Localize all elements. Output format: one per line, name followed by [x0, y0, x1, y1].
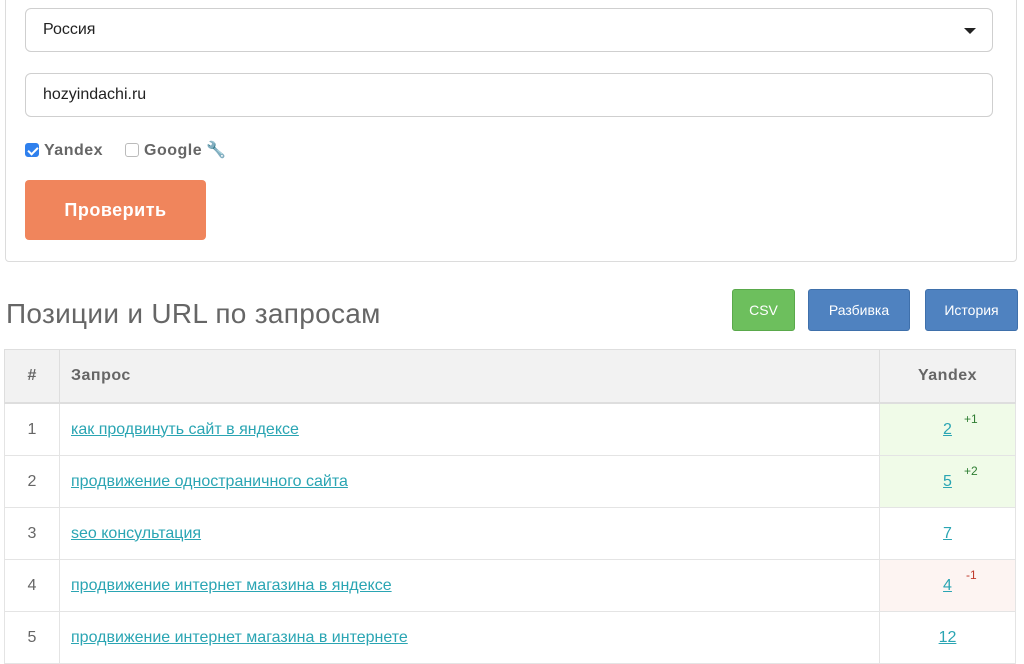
- domain-input-value: hozyindachi.ru: [43, 86, 147, 103]
- table-row: 5 продвижение интернет магазина в интерн…: [4, 611, 1016, 664]
- query-link[interactable]: как продвинуть сайт в яндексе: [71, 421, 299, 438]
- position-link[interactable]: 2: [943, 421, 952, 438]
- google-checkbox-label[interactable]: Google: [144, 142, 202, 159]
- position-cell: 5 +2: [879, 455, 1016, 508]
- table-row: 4 продвижение интернет магазина в яндекс…: [4, 559, 1016, 612]
- table-row: 2 продвижение одностраничного сайта 5 +2: [4, 455, 1016, 508]
- engine-checkboxes: Yandex Google 🔧: [25, 140, 227, 162]
- position-delta: -1: [966, 568, 977, 582]
- position-cell: 7: [879, 507, 1016, 560]
- column-header-query: Запрос: [59, 349, 880, 404]
- domain-input[interactable]: hozyindachi.ru: [25, 73, 993, 117]
- google-checkbox[interactable]: [125, 143, 140, 157]
- position-link[interactable]: 12: [939, 629, 957, 646]
- query-cell: продвижение интернет магазина в интернет…: [59, 611, 880, 664]
- yandex-checkbox[interactable]: [25, 143, 39, 157]
- caret-down-icon: [964, 28, 976, 34]
- position-link[interactable]: 4: [943, 577, 952, 594]
- query-link[interactable]: продвижение интернет магазина в яндексе: [71, 577, 392, 594]
- position-link[interactable]: 7: [943, 525, 952, 542]
- position-cell: 2 +1: [879, 402, 1016, 456]
- query-link[interactable]: продвижение интернет магазина в интернет…: [71, 629, 408, 646]
- query-cell: как продвинуть сайт в яндексе: [59, 402, 880, 456]
- table-row: 3 seo консультация 7: [4, 507, 1016, 560]
- position-cell: 12: [879, 611, 1016, 664]
- query-cell: продвижение интернет магазина в яндексе: [59, 559, 880, 612]
- row-number: 4: [4, 559, 60, 612]
- check-button[interactable]: Проверить: [25, 180, 206, 240]
- position-cell: 4 -1: [879, 559, 1016, 612]
- table-header-row: # Запрос Yandex: [4, 349, 1016, 404]
- query-cell: seo консультация: [59, 507, 880, 560]
- query-link[interactable]: seo консультация: [71, 525, 201, 542]
- row-number: 3: [4, 507, 60, 560]
- column-header-yandex: Yandex: [879, 349, 1016, 404]
- position-delta: +1: [964, 412, 978, 426]
- position-link[interactable]: 5: [943, 473, 952, 490]
- results-title: Позиции и URL по запросам: [6, 298, 381, 329]
- column-header-num: #: [4, 349, 60, 404]
- yandex-checkbox-label[interactable]: Yandex: [44, 142, 103, 159]
- split-button[interactable]: Разбивка: [808, 289, 910, 331]
- history-button[interactable]: История: [925, 289, 1018, 331]
- query-cell: продвижение одностраничного сайта: [59, 455, 880, 508]
- csv-export-button[interactable]: CSV: [732, 289, 795, 331]
- row-number: 2: [4, 455, 60, 508]
- region-select-value: Россия: [43, 21, 96, 38]
- table-row: 1 как продвинуть сайт в яндексе 2 +1: [4, 402, 1016, 456]
- results-table: # Запрос Yandex 1 как продвинуть сайт в …: [4, 349, 1016, 664]
- row-number: 1: [4, 402, 60, 456]
- query-link[interactable]: продвижение одностраничного сайта: [71, 473, 348, 490]
- position-delta: +2: [964, 464, 978, 478]
- wrench-icon[interactable]: 🔧: [206, 142, 226, 159]
- row-number: 5: [4, 611, 60, 664]
- region-select[interactable]: Россия: [25, 8, 993, 52]
